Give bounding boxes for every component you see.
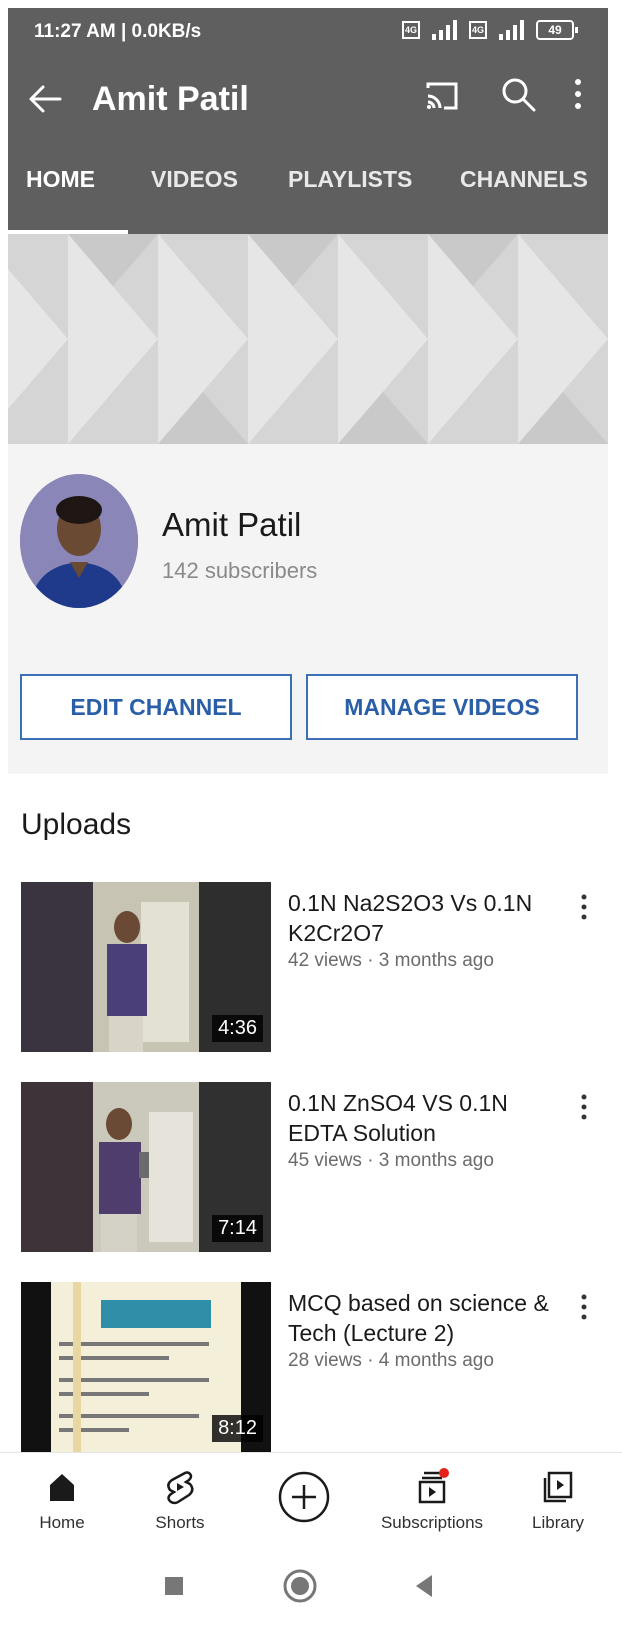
- status-time: 11:27 AM | 0.0KB/s: [34, 21, 202, 42]
- nav-subscriptions-label: Subscriptions: [380, 1513, 484, 1532]
- video-duration: 4:36: [212, 1015, 263, 1042]
- video-item[interactable]: 4:36 0.1N Na2S2O3 Vs 0.1N K2Cr2O7 42 vie…: [8, 882, 608, 1060]
- manage-videos-button[interactable]: MANAGE VIDEOS: [306, 674, 578, 740]
- subscriptions-icon: [418, 1468, 449, 1504]
- nav-shorts[interactable]: Shorts: [118, 1453, 242, 1545]
- status-icons: 4G 4G 49: [402, 20, 578, 40]
- home-circle-icon[interactable]: [282, 1568, 318, 1604]
- status-bar: 11:27 AM | 0.0KB/s 4G 4G 49: [8, 8, 608, 56]
- back-triangle-icon[interactable]: [412, 1572, 436, 1600]
- banner-pattern: [8, 234, 608, 444]
- video-meta: 45 views · 3 months ago: [288, 1150, 494, 1171]
- video-item[interactable]: 7:14 0.1N ZnSO4 VS 0.1N EDTA Solution 45…: [8, 1082, 608, 1260]
- nav-home[interactable]: Home: [0, 1453, 124, 1545]
- back-arrow-icon[interactable]: [22, 76, 68, 122]
- nav-subscriptions[interactable]: Subscriptions: [368, 1453, 496, 1545]
- nav-create[interactable]: [242, 1453, 366, 1545]
- channel-banner: [8, 234, 608, 444]
- search-icon[interactable]: [498, 74, 538, 114]
- nav-library[interactable]: Library: [496, 1453, 620, 1545]
- tab-home[interactable]: HOME: [26, 166, 95, 193]
- home-icon: [50, 1474, 74, 1501]
- video-menu-icon[interactable]: [576, 892, 592, 926]
- video-duration: 8:12: [212, 1415, 263, 1442]
- uploads-heading: Uploads: [21, 808, 132, 841]
- library-icon: [543, 1471, 573, 1503]
- cast-icon[interactable]: [422, 76, 462, 116]
- sim-icon: 4G: [402, 21, 420, 39]
- video-thumbnail[interactable]: 4:36: [21, 882, 271, 1052]
- app-bar: Amit Patil HOME VIDEOS PLAYLISTS CHANNEL…: [8, 56, 608, 234]
- sim2-icon: 4G: [469, 21, 487, 39]
- video-title[interactable]: MCQ based on science & Tech (Lecture 2): [288, 1288, 558, 1348]
- shorts-icon: [167, 1471, 194, 1505]
- video-thumbnail[interactable]: 8:12: [21, 1282, 271, 1452]
- nav-shorts-label: Shorts: [155, 1513, 205, 1532]
- video-title[interactable]: 0.1N ZnSO4 VS 0.1N EDTA Solution: [288, 1088, 558, 1148]
- create-plus-icon: [278, 1471, 330, 1523]
- channel-name: Amit Patil: [162, 506, 302, 543]
- channel-info: Amit Patil 142 subscribers EDIT CHANNEL …: [8, 444, 608, 774]
- video-thumbnail[interactable]: 7:14: [21, 1082, 271, 1252]
- video-menu-icon[interactable]: [576, 1092, 592, 1126]
- bottom-navigation: Home Shorts Subscriptions Library: [0, 1452, 622, 1545]
- video-menu-icon[interactable]: [576, 1292, 592, 1326]
- video-meta: 28 views · 4 months ago: [288, 1350, 494, 1371]
- signal2-icon: [499, 20, 524, 40]
- more-vertical-icon[interactable]: [568, 74, 588, 114]
- system-navigation-bar: [0, 1546, 622, 1638]
- subscriber-count: 142 subscribers: [162, 558, 318, 583]
- video-meta: 42 views · 3 months ago: [288, 950, 494, 971]
- tab-playlists[interactable]: PLAYLISTS: [288, 166, 412, 193]
- edit-channel-button[interactable]: EDIT CHANNEL: [20, 674, 292, 740]
- tab-videos[interactable]: VIDEOS: [151, 166, 238, 193]
- recents-square-icon[interactable]: [162, 1574, 186, 1598]
- avatar-image: [20, 474, 138, 608]
- video-title[interactable]: 0.1N Na2S2O3 Vs 0.1N K2Cr2O7: [288, 888, 558, 948]
- tab-channels[interactable]: CHANNELS: [460, 166, 588, 193]
- video-duration: 7:14: [212, 1215, 263, 1242]
- nav-library-label: Library: [532, 1513, 584, 1532]
- avatar[interactable]: [20, 474, 138, 608]
- signal-icon: [432, 20, 457, 40]
- video-item[interactable]: 8:12 MCQ based on science & Tech (Lectur…: [8, 1282, 608, 1460]
- battery-icon: 49: [536, 20, 578, 40]
- nav-home-label: Home: [39, 1513, 85, 1532]
- app-title: Amit Patil: [92, 80, 249, 118]
